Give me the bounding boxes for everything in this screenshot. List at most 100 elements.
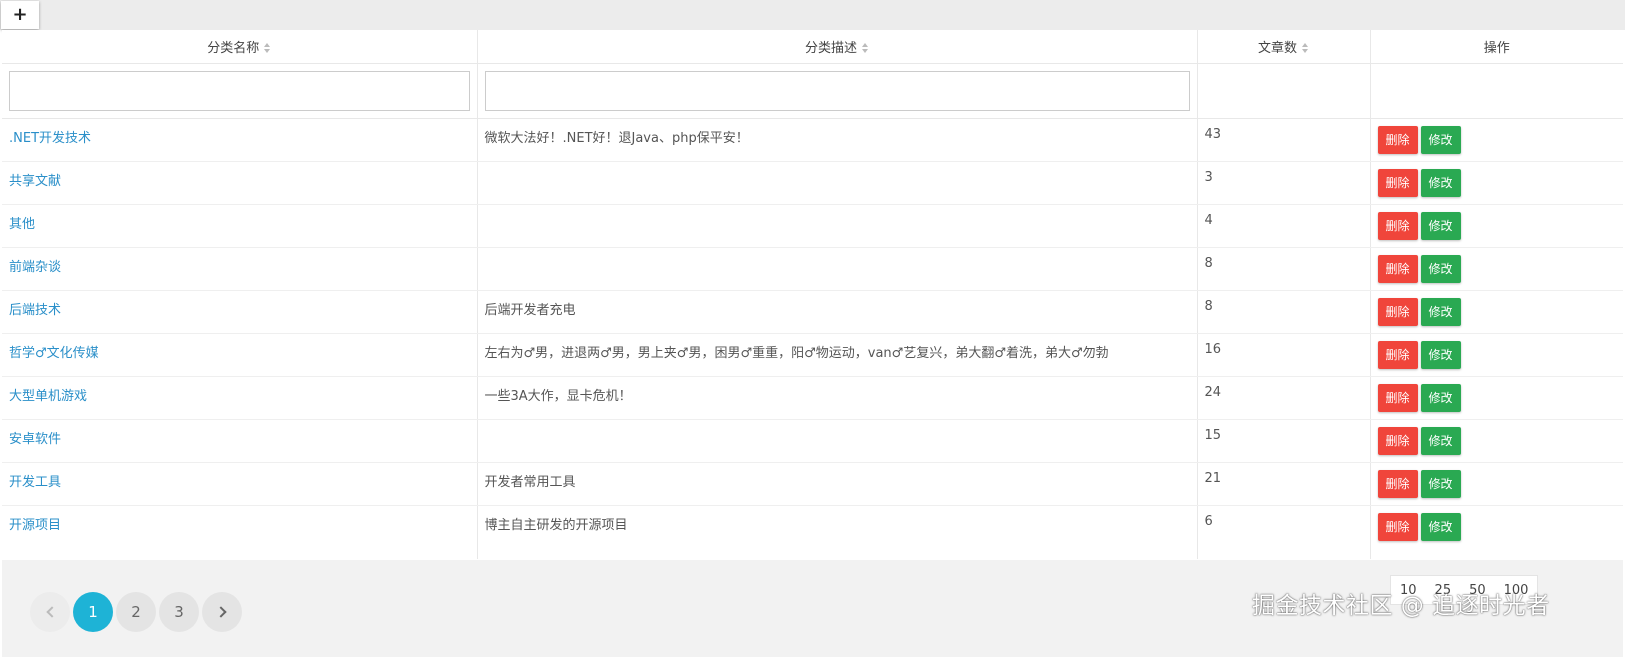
- article-count: 8: [1204, 255, 1213, 271]
- count-cell: 43: [1197, 118, 1371, 162]
- category-name-link[interactable]: 后端技术: [9, 303, 61, 318]
- edit-button[interactable]: 修改: [1420, 254, 1461, 283]
- edit-button[interactable]: 修改: [1420, 469, 1461, 498]
- count-cell: 8: [1197, 247, 1371, 291]
- sort-icon[interactable]: [264, 43, 271, 54]
- page-button-3[interactable]: 3: [159, 592, 199, 632]
- table-row: 共享文献 3 删除 修改: [2, 161, 1623, 205]
- category-name-link[interactable]: 共享文献: [9, 174, 61, 189]
- count-cell: 21: [1197, 462, 1371, 506]
- delete-button[interactable]: 删除: [1377, 168, 1418, 197]
- category-name-link[interactable]: 哲学♂文化传媒: [9, 346, 99, 361]
- edit-button[interactable]: 修改: [1420, 168, 1461, 197]
- actions-cell: 删除 修改: [1370, 161, 1623, 205]
- count-cell: 3: [1197, 161, 1371, 205]
- description-filter-input[interactable]: [484, 70, 1190, 111]
- column-header-label: 文章数: [1257, 40, 1297, 56]
- actions-cell: 删除 修改: [1370, 462, 1623, 506]
- edit-button[interactable]: 修改: [1420, 512, 1461, 541]
- article-count: 6: [1204, 513, 1213, 529]
- edit-button[interactable]: 修改: [1420, 211, 1461, 240]
- table-row: 后端技术 后端开发者充电 8 删除 修改: [2, 290, 1623, 334]
- edit-button[interactable]: 修改: [1420, 426, 1461, 455]
- count-cell: 6: [1197, 505, 1371, 559]
- delete-button[interactable]: 删除: [1377, 340, 1418, 369]
- actions-cell: 删除 修改: [1370, 419, 1623, 463]
- actions-cell: 删除 修改: [1370, 118, 1623, 162]
- filter-cell: [2, 63, 478, 119]
- delete-button[interactable]: 删除: [1377, 383, 1418, 412]
- column-header-description[interactable]: 分类描述: [477, 30, 1198, 64]
- sort-icon[interactable]: [1302, 43, 1309, 54]
- page-button-2[interactable]: 2: [116, 592, 156, 632]
- add-category-button[interactable]: +: [1, 1, 39, 29]
- article-count: 24: [1204, 384, 1222, 400]
- table-footer: 123 10 25 50 100 掘金技术社区 @ 追逐时光者: [2, 560, 1623, 657]
- prev-page-button[interactable]: [30, 592, 70, 632]
- column-header-name[interactable]: 分类名称: [2, 30, 478, 64]
- table-row: 大型单机游戏 一些3A大作，显卡危机！ 24 删除 修改: [2, 376, 1623, 420]
- description-cell: 开发者常用工具: [477, 462, 1198, 506]
- category-description: 后端开发者充电: [484, 302, 576, 318]
- delete-button[interactable]: 删除: [1377, 211, 1418, 240]
- watermark: 掘金技术社区 @ 追逐时光者: [1252, 593, 1550, 619]
- delete-button[interactable]: 删除: [1377, 297, 1418, 326]
- article-count: 43: [1204, 126, 1222, 142]
- name-filter-input[interactable]: [9, 70, 470, 111]
- delete-button[interactable]: 删除: [1377, 426, 1418, 455]
- delete-button[interactable]: 删除: [1377, 469, 1418, 498]
- name-cell: 大型单机游戏: [2, 376, 478, 420]
- category-name-link[interactable]: .NET开发技术: [9, 131, 91, 146]
- category-name-link[interactable]: 开源项目: [9, 518, 61, 533]
- name-cell: 开源项目: [2, 505, 478, 559]
- column-header-label: 操作: [1483, 40, 1510, 56]
- page-button-1[interactable]: 1: [73, 592, 113, 632]
- category-name-link[interactable]: 其他: [9, 217, 35, 232]
- table-row: 安卓软件 15 删除 修改: [2, 419, 1623, 463]
- count-cell: 4: [1197, 204, 1371, 248]
- edit-button[interactable]: 修改: [1420, 125, 1461, 154]
- delete-button[interactable]: 删除: [1377, 254, 1418, 283]
- category-description: 一些3A大作，显卡危机！: [484, 388, 632, 404]
- sort-icon[interactable]: [862, 43, 869, 54]
- description-cell: 微软大法好！.NET好！退Java、php保平安！: [477, 118, 1198, 162]
- edit-button[interactable]: 修改: [1420, 383, 1461, 412]
- chevron-left-icon: [45, 605, 58, 618]
- description-cell: [477, 419, 1198, 463]
- actions-cell: 删除 修改: [1370, 247, 1623, 291]
- table-row: 开发工具 开发者常用工具 21 删除 修改: [2, 462, 1623, 506]
- article-count: 3: [1204, 169, 1213, 185]
- category-table-container: 分类名称 分类描述 文章数 操作 .NET开发技术 微软大法好！.NET好！退Ja…: [2, 30, 1623, 560]
- actions-cell: 删除 修改: [1370, 333, 1623, 377]
- article-count: 16: [1204, 341, 1222, 357]
- category-name-link[interactable]: 开发工具: [9, 475, 61, 490]
- column-header-actions: 操作: [1370, 30, 1623, 64]
- delete-button[interactable]: 删除: [1377, 125, 1418, 154]
- table-header: 分类名称 分类描述 文章数 操作: [2, 30, 1623, 64]
- column-header-label: 分类描述: [804, 40, 857, 56]
- description-cell: [477, 204, 1198, 248]
- actions-cell: 删除 修改: [1370, 505, 1623, 559]
- description-cell: [477, 247, 1198, 291]
- edit-button[interactable]: 修改: [1420, 340, 1461, 369]
- name-cell: 其他: [2, 204, 478, 248]
- table-row: .NET开发技术 微软大法好！.NET好！退Java、php保平安！ 43 删除 修改: [2, 118, 1623, 162]
- edit-button[interactable]: 修改: [1420, 297, 1461, 326]
- category-name-link[interactable]: 安卓软件: [9, 432, 61, 447]
- toolbar: +: [0, 0, 1625, 30]
- category-name-link[interactable]: 前端杂谈: [9, 260, 61, 275]
- name-cell: 前端杂谈: [2, 247, 478, 291]
- category-description: 开发者常用工具: [484, 474, 576, 490]
- filter-cell: [477, 63, 1198, 119]
- name-cell: 开发工具: [2, 462, 478, 506]
- filter-cell: [1197, 63, 1371, 119]
- article-count: 8: [1204, 298, 1213, 314]
- delete-button[interactable]: 删除: [1377, 512, 1418, 541]
- next-page-button[interactable]: [202, 592, 242, 632]
- filter-row: [2, 63, 1623, 119]
- article-count: 15: [1204, 427, 1222, 443]
- category-name-link[interactable]: 大型单机游戏: [9, 389, 87, 404]
- table-row: 其他 4 删除 修改: [2, 204, 1623, 248]
- count-cell: 24: [1197, 376, 1371, 420]
- column-header-count[interactable]: 文章数: [1197, 30, 1371, 64]
